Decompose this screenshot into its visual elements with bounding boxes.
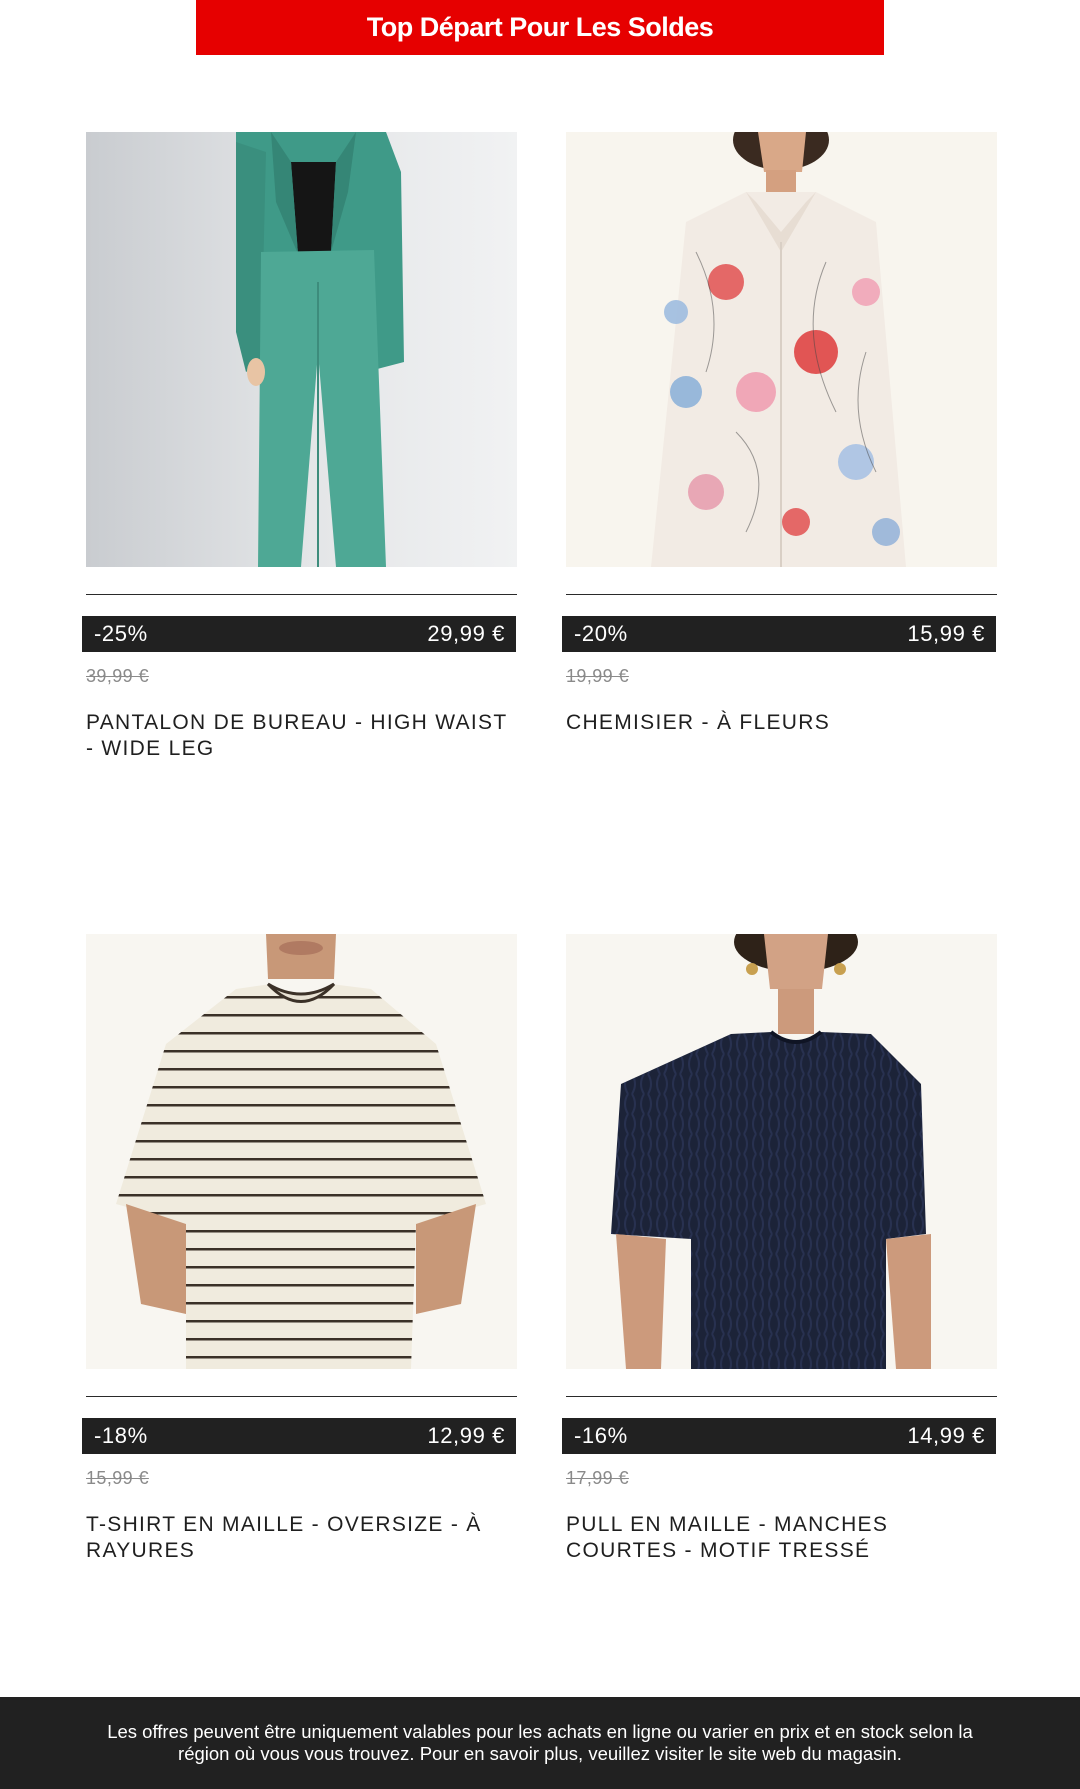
product-card[interactable]: -25% 29,99 € 39,99 € PANTALON DE BUREAU … — [82, 132, 518, 760]
footer-disclaimer: Les offres peuvent être uniquement valab… — [0, 1697, 1080, 1789]
product-name-link[interactable]: T-SHIRT EN MAILLE - OVERSIZE - À RAYURES — [86, 1512, 518, 1564]
divider — [566, 594, 997, 595]
product-image-navy-sweater[interactable] — [566, 934, 997, 1369]
divider — [86, 1396, 517, 1397]
product-photo — [566, 132, 997, 567]
price-bar: -16% 14,99 € — [562, 1418, 996, 1454]
product-name-link[interactable]: CHEMISIER - À FLEURS — [566, 710, 998, 736]
price-bar: -18% 12,99 € — [82, 1418, 516, 1454]
discount-label: -18% — [94, 1423, 148, 1448]
divider — [86, 594, 517, 595]
product-photo — [86, 934, 517, 1369]
original-price: 17,99 € — [566, 1468, 629, 1488]
sale-price: 12,99 € — [427, 1423, 505, 1448]
discount-label: -25% — [94, 621, 148, 646]
product-photo — [566, 934, 997, 1369]
sale-price: 15,99 € — [907, 621, 985, 646]
product-image-green-suit[interactable] — [86, 132, 517, 567]
product-name-link[interactable]: PANTALON DE BUREAU - HIGH WAIST - WIDE L… — [86, 710, 518, 762]
sale-price: 14,99 € — [907, 1423, 985, 1448]
sale-price: 29,99 € — [427, 621, 505, 646]
original-price: 19,99 € — [566, 666, 629, 686]
divider — [566, 1396, 997, 1397]
original-price: 15,99 € — [86, 1468, 149, 1488]
price-bar: -20% 15,99 € — [562, 616, 996, 652]
product-card[interactable]: -18% 12,99 € 15,99 € T-SHIRT EN MAILLE -… — [82, 934, 518, 1562]
product-name-link[interactable]: PULL EN MAILLE - MANCHES COURTES - MOTIF… — [566, 1512, 998, 1564]
product-image-floral-blouse[interactable] — [566, 132, 997, 567]
disclaimer-text: Les offres peuvent être uniquement valab… — [107, 1721, 973, 1764]
original-price: 39,99 € — [86, 666, 149, 686]
product-card[interactable]: -16% 14,99 € 17,99 € PULL EN MAILLE - MA… — [562, 934, 998, 1562]
sale-banner-button[interactable]: Top Départ Pour Les Soldes — [196, 0, 884, 55]
product-card[interactable]: -20% 15,99 € 19,99 € CHEMISIER - À FLEUR… — [562, 132, 998, 734]
discount-label: -20% — [574, 621, 628, 646]
product-photo — [86, 132, 517, 567]
price-bar: -25% 29,99 € — [82, 616, 516, 652]
discount-label: -16% — [574, 1423, 628, 1448]
product-image-striped-tshirt[interactable] — [86, 934, 517, 1369]
